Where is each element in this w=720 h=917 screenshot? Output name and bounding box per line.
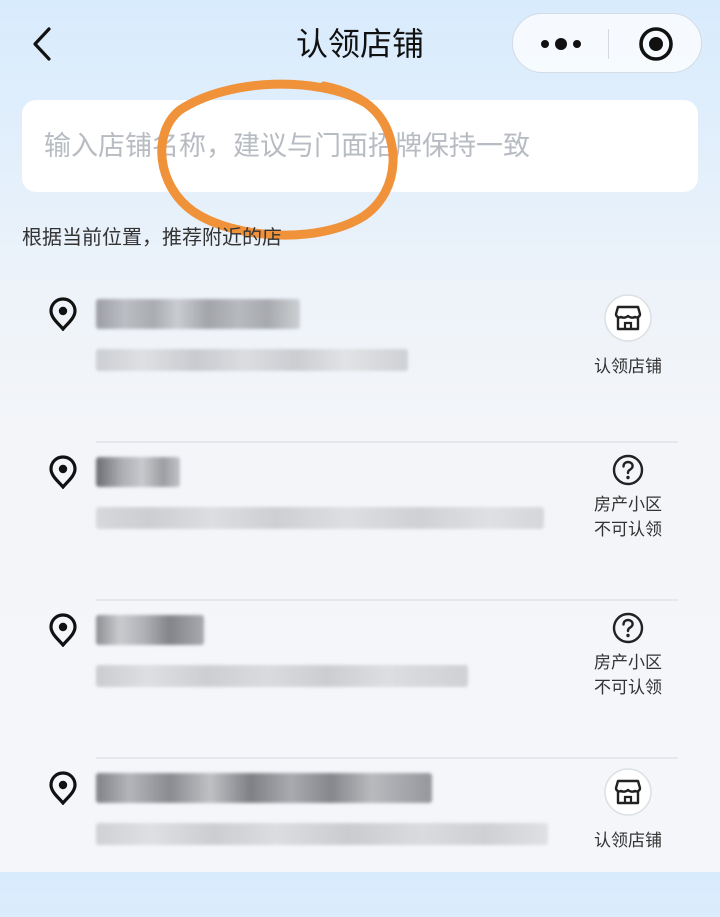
location-pin-icon xyxy=(49,771,77,805)
shop-name-redacted xyxy=(96,457,180,487)
chevron-left-icon xyxy=(33,27,51,61)
action-label: 房产小区 xyxy=(594,495,662,515)
nav-header: 认领店铺 xyxy=(0,0,720,90)
location-pin-icon xyxy=(49,455,77,489)
claim-shop-button[interactable]: 认领店铺 xyxy=(578,293,678,380)
shop-name-redacted xyxy=(96,299,300,329)
residential-not-claimable-info[interactable]: 房产小区 不可认领 xyxy=(578,453,678,543)
shop-name-search-input[interactable] xyxy=(44,100,684,192)
location-pin-icon xyxy=(49,297,77,331)
back-button[interactable] xyxy=(22,22,62,66)
store-icon xyxy=(604,294,652,342)
more-dots-icon xyxy=(540,38,581,50)
more-button[interactable] xyxy=(513,14,608,74)
location-pin-icon xyxy=(49,613,77,647)
close-button[interactable] xyxy=(609,14,703,74)
nearby-hint-text: 根据当前位置，推荐附近的店 xyxy=(22,225,282,249)
shop-address-redacted xyxy=(96,665,468,687)
shop-name-redacted xyxy=(96,773,432,803)
shop-address-redacted xyxy=(96,507,544,529)
question-circle-icon xyxy=(612,612,644,644)
shop-item: 认领店铺 xyxy=(0,285,720,443)
action-label: 认领店铺 xyxy=(594,831,662,851)
action-label: 房产小区 xyxy=(594,653,662,673)
shop-item: 认领店铺 xyxy=(0,759,720,917)
shop-address-redacted xyxy=(96,823,548,845)
shop-address-redacted xyxy=(96,349,408,371)
shop-name-redacted xyxy=(96,615,204,645)
question-circle-icon xyxy=(612,454,644,486)
search-box xyxy=(22,100,698,192)
action-label: 认领店铺 xyxy=(594,357,662,377)
action-label: 不可认领 xyxy=(594,520,662,540)
shop-item: 房产小区 不可认领 xyxy=(0,443,720,601)
store-icon xyxy=(604,768,652,816)
mini-program-capsule xyxy=(512,13,702,73)
shop-item: 房产小区 不可认领 xyxy=(0,601,720,759)
residential-not-claimable-info[interactable]: 房产小区 不可认领 xyxy=(578,611,678,701)
target-circle-icon xyxy=(639,27,673,61)
action-label: 不可认领 xyxy=(594,678,662,698)
claim-shop-button[interactable]: 认领店铺 xyxy=(578,767,678,854)
